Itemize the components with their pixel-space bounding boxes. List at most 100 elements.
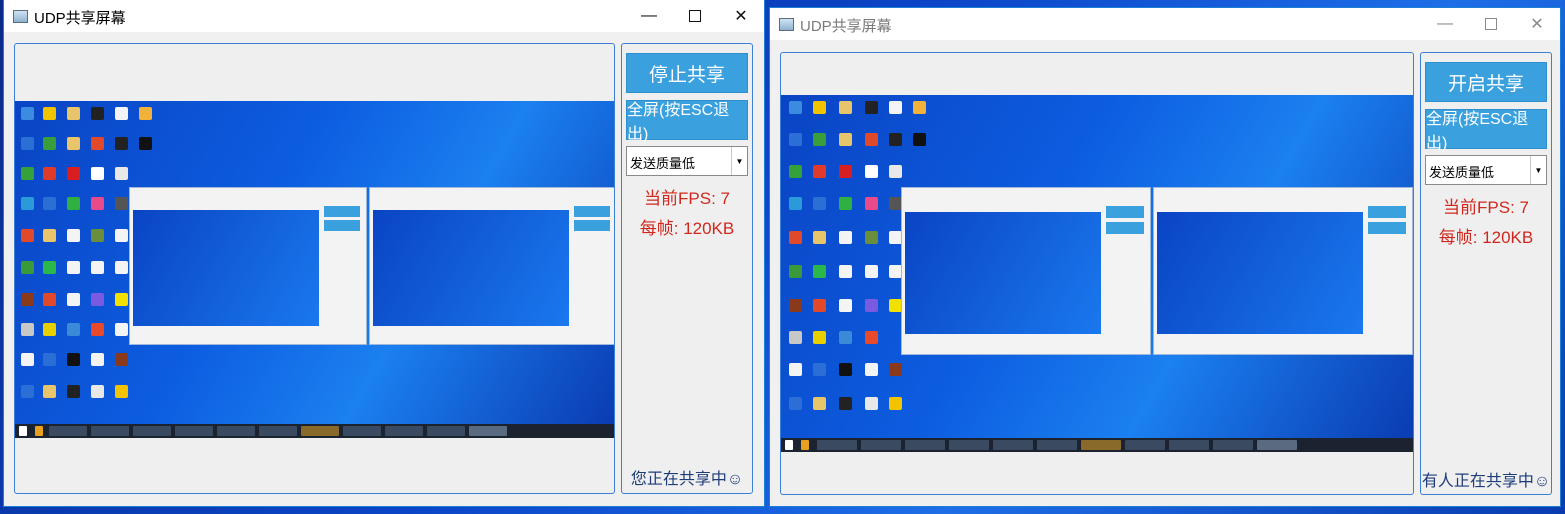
- desktop-icon: [91, 353, 104, 366]
- desktop-icon: [789, 265, 802, 278]
- maximize-icon[interactable]: [1468, 8, 1514, 40]
- desktop-icon: [21, 107, 34, 120]
- nested-window-thumbnail: [129, 187, 367, 345]
- taskbar-item: [91, 426, 129, 436]
- desktop-icon: [43, 293, 56, 306]
- desktop-icon: [865, 299, 878, 312]
- window-title: UDP共享屏幕: [34, 10, 126, 27]
- taskbar: [15, 424, 614, 438]
- desktop-icon: [91, 261, 104, 274]
- desktop-icon: [115, 137, 128, 150]
- desktop-icon: [789, 101, 802, 114]
- desktop-icon: [813, 197, 826, 210]
- desktop-icon: [865, 331, 878, 344]
- taskbar-item: [385, 426, 423, 436]
- desktop-icon: [43, 353, 56, 366]
- desktop-icon: [813, 165, 826, 178]
- desktop-icon: [21, 167, 34, 180]
- desktop-icon: [115, 323, 128, 336]
- desktop-icon: [839, 165, 852, 178]
- desktop-icon: [865, 101, 878, 114]
- desktop-icon: [21, 137, 34, 150]
- desktop-icon: [115, 229, 128, 242]
- taskbar-item: [469, 426, 507, 436]
- chevron-down-icon[interactable]: ▼: [731, 147, 747, 175]
- desktop-icon: [67, 353, 80, 366]
- title-bar[interactable]: UDP共享屏幕 — ✕: [770, 8, 1560, 40]
- desktop-icon: [913, 133, 926, 146]
- desktop-icon: [21, 261, 34, 274]
- desktop-icon: [67, 293, 80, 306]
- quality-select[interactable]: 发送质量低 ▼: [1425, 155, 1547, 185]
- desktop-icon: [67, 107, 80, 120]
- screen-display-frame: [14, 43, 615, 494]
- desktop-icon: [865, 231, 878, 244]
- shared-screen-image: [781, 95, 1413, 452]
- desktop-icon: [813, 397, 826, 410]
- desktop-icon: [813, 299, 826, 312]
- desktop-icon: [43, 107, 56, 120]
- fps-label: 当前FPS: 7: [644, 189, 730, 208]
- close-icon[interactable]: ✕: [1514, 8, 1560, 40]
- stop-share-button[interactable]: 停止共享: [626, 53, 748, 93]
- desktop-icon: [91, 385, 104, 398]
- desktop-icon: [91, 323, 104, 336]
- desktop-icon: [865, 197, 878, 210]
- control-panel: 停止共享 全屏(按ESC退出) 发送质量低 ▼ 当前FPS: 7 每帧: 120…: [621, 43, 753, 494]
- nested-window-thumbnail: [369, 187, 614, 345]
- desktop-icon: [889, 397, 902, 410]
- desktop-icon: [67, 197, 80, 210]
- quality-select[interactable]: 发送质量低 ▼: [626, 146, 748, 176]
- desktop-icon: [139, 107, 152, 120]
- desktop-icon: [839, 397, 852, 410]
- desktop-icon: [43, 137, 56, 150]
- nested-screen: [373, 210, 569, 326]
- desktop-icon: [43, 385, 56, 398]
- maximize-icon[interactable]: [672, 0, 718, 32]
- desktop-icon: [789, 165, 802, 178]
- quality-select-value: 发送质量低: [1429, 165, 1495, 180]
- nested-button: [574, 220, 610, 231]
- start-share-button[interactable]: 开启共享: [1425, 62, 1547, 102]
- taskbar: [781, 438, 1413, 452]
- quality-select-value: 发送质量低: [630, 156, 696, 171]
- desktop-icon: [789, 331, 802, 344]
- title-bar[interactable]: UDP共享屏幕 — ✕: [4, 0, 764, 32]
- desktop-icon: [889, 133, 902, 146]
- desktop-icon: [115, 197, 128, 210]
- frame-size-label: 每帧: 120KB: [639, 219, 735, 238]
- desktop-icon: [67, 167, 80, 180]
- desktop-icon: [21, 353, 34, 366]
- nested-button: [1368, 206, 1406, 218]
- desktop-icon: [865, 133, 878, 146]
- app-icon: [13, 10, 28, 23]
- udp-share-window-sender: UDP共享屏幕 — ✕ 停止共享 全屏(按ESC退出) 发送质量低 ▼ 当前FP…: [4, 0, 764, 506]
- taskbar-item: [1213, 440, 1253, 450]
- desktop-icon: [91, 137, 104, 150]
- desktop-icon: [91, 229, 104, 242]
- minimize-icon[interactable]: —: [1422, 8, 1468, 40]
- desktop-icon: [67, 385, 80, 398]
- taskbar-item: [905, 440, 945, 450]
- close-icon[interactable]: ✕: [718, 0, 764, 32]
- nested-screen: [133, 210, 319, 326]
- desktop-icon: [21, 229, 34, 242]
- app-icon: [779, 18, 794, 31]
- desktop-icon: [67, 137, 80, 150]
- desktop-icon: [115, 353, 128, 366]
- desktop-icon: [21, 323, 34, 336]
- nested-button: [1106, 222, 1144, 234]
- nested-button: [324, 206, 360, 217]
- fullscreen-button[interactable]: 全屏(按ESC退出): [626, 100, 748, 143]
- desktop-icon: [789, 397, 802, 410]
- desktop-icon: [43, 229, 56, 242]
- fullscreen-button[interactable]: 全屏(按ESC退出): [1425, 109, 1547, 152]
- chevron-down-icon[interactable]: ▼: [1530, 156, 1546, 184]
- desktop-icon: [889, 101, 902, 114]
- taskbar-item: [301, 426, 339, 436]
- taskbar-item: [343, 426, 381, 436]
- desktop-icon: [67, 323, 80, 336]
- desktop-icon: [91, 167, 104, 180]
- minimize-icon[interactable]: —: [626, 0, 672, 32]
- fps-label: 当前FPS: 7: [1443, 198, 1529, 217]
